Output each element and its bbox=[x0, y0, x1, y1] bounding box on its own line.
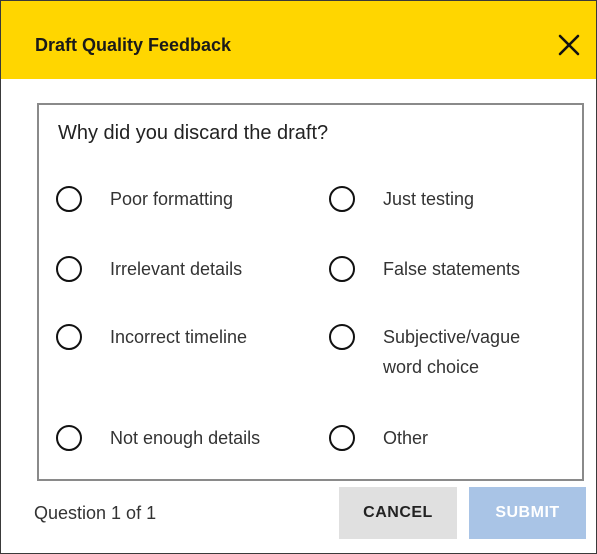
feedback-dialog: Draft Quality Feedback Why did you disca… bbox=[0, 0, 597, 554]
radio-button[interactable] bbox=[329, 324, 355, 350]
option-label: Other bbox=[383, 428, 429, 448]
option-label: Just testing bbox=[383, 189, 475, 209]
submit-button[interactable]: SUBMIT bbox=[469, 487, 586, 539]
radio-button[interactable] bbox=[56, 256, 82, 282]
radio-button[interactable] bbox=[56, 425, 82, 451]
radio-button[interactable] bbox=[56, 324, 82, 350]
radio-button[interactable] bbox=[329, 186, 355, 212]
option-label: Not enough details bbox=[110, 428, 261, 448]
question-card: Why did you discard the draft? Poor form… bbox=[37, 103, 584, 481]
option-label: False statements bbox=[383, 259, 521, 279]
radio-button[interactable] bbox=[329, 425, 355, 451]
close-icon[interactable] bbox=[551, 27, 587, 63]
option-label: Poor formatting bbox=[110, 189, 234, 209]
option-label: Incorrect timeline bbox=[110, 327, 248, 347]
dialog-header: Draft Quality Feedback bbox=[1, 1, 596, 79]
question-progress: Question 1 of 1 bbox=[34, 503, 157, 523]
cancel-button[interactable]: CANCEL bbox=[339, 487, 457, 539]
radio-button[interactable] bbox=[56, 186, 82, 212]
option-label: Subjective/vague word choice bbox=[383, 327, 521, 377]
dialog-title: Draft Quality Feedback bbox=[35, 35, 232, 55]
radio-button[interactable] bbox=[329, 256, 355, 282]
option-label: Irrelevant details bbox=[110, 259, 243, 279]
question-text: Why did you discard the draft? bbox=[58, 122, 329, 144]
